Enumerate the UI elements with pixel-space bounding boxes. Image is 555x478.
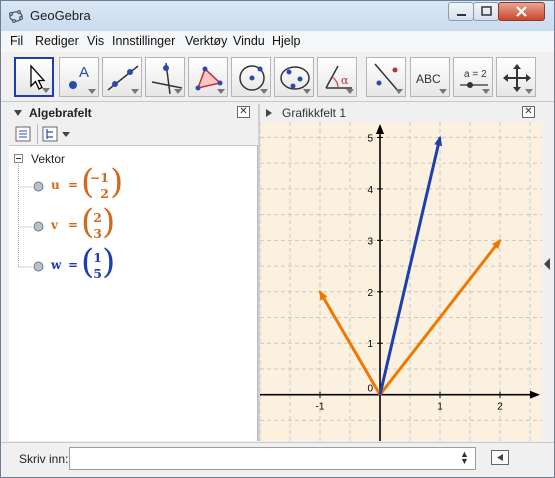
- menu-hjelp[interactable]: Hjelp: [272, 34, 301, 48]
- vector-plot[interactable]: -1 1 2 1 2 3 4 5 0: [259, 122, 542, 441]
- vector-y: 2: [100, 186, 109, 201]
- input-field[interactable]: [69, 447, 476, 470]
- close-icon: [516, 6, 527, 17]
- side-panel-strip: [542, 104, 554, 441]
- perpendicular-tool-button[interactable]: [145, 57, 185, 97]
- input-label: Skriv inn:: [19, 452, 69, 466]
- algebra-view-title: Algebrafelt: [29, 106, 92, 120]
- sort-dropdown-icon[interactable]: [62, 132, 70, 138]
- menu-innstillinger[interactable]: Innstillinger: [112, 34, 175, 48]
- visibility-toggle-icon[interactable]: [33, 261, 44, 272]
- graphics-canvas[interactable]: -1 1 2 1 2 3 4 5 0: [259, 122, 542, 441]
- svg-text:A: A: [79, 64, 89, 81]
- menu-fil[interactable]: Fil: [10, 34, 23, 48]
- side-panel-toggle-icon[interactable]: [544, 258, 551, 270]
- conic-tool-button[interactable]: [274, 57, 314, 97]
- sort-objects-icon[interactable]: [42, 126, 58, 142]
- text-tool-button[interactable]: ABC: [410, 57, 450, 97]
- object-name: v: [51, 218, 58, 232]
- auxiliary-objects-icon[interactable]: [15, 126, 31, 142]
- line-tool-button[interactable]: [102, 57, 142, 97]
- move-view-tool-button[interactable]: [496, 57, 536, 97]
- vector-x: 2: [93, 210, 102, 225]
- vector-y: 5: [93, 266, 102, 281]
- visibility-toggle-icon[interactable]: [33, 221, 44, 232]
- graphics-view-title: Grafikkfelt 1: [282, 106, 347, 120]
- move-tool-button[interactable]: [14, 57, 54, 97]
- input-bar: Skriv inn: ▲ ▼: [1, 442, 554, 477]
- input-help-button[interactable]: [491, 450, 509, 465]
- y-tick-label: 4: [367, 185, 373, 196]
- y-tick-label: 2: [367, 288, 373, 299]
- menu-rediger[interactable]: Rediger: [35, 34, 79, 48]
- algebra-item-v[interactable]: v = ( 2 3 ): [9, 205, 258, 247]
- svg-text:ABC: ABC: [416, 72, 441, 86]
- slider-tool-button[interactable]: a = 2: [453, 57, 493, 97]
- y-tick-label: 5: [367, 133, 373, 144]
- menu-vis[interactable]: Vis: [87, 34, 104, 48]
- x-tick-label: 1: [437, 402, 443, 413]
- geogebra-logo-icon: [9, 10, 23, 23]
- maximize-button[interactable]: [473, 2, 499, 21]
- help-arrow-icon: [497, 454, 503, 461]
- object-name: u: [51, 178, 60, 192]
- angle-tool-button[interactable]: α: [317, 57, 357, 97]
- vector-x: 1: [93, 250, 102, 265]
- vector-y: 3: [93, 226, 102, 241]
- point-tool-button[interactable]: A: [59, 57, 99, 97]
- algebra-item-w[interactable]: w = ( 1 5 ): [9, 245, 258, 287]
- x-tick-label: 2: [497, 402, 503, 413]
- app-window: GeoGebra Fil Rediger Vis Innstillinger V…: [0, 0, 555, 478]
- minimize-icon: [457, 14, 466, 16]
- graphics-view-header: Grafikkfelt 1 ✕: [260, 104, 542, 122]
- y-tick-label: 1: [367, 339, 373, 350]
- polygon-tool-button[interactable]: [188, 57, 228, 97]
- svg-text:a = 2: a = 2: [464, 69, 487, 80]
- visibility-toggle-icon[interactable]: [33, 181, 44, 192]
- collapse-triangle-icon[interactable]: [14, 109, 22, 117]
- reflect-tool-button[interactable]: [366, 57, 406, 97]
- folder-collapse-icon[interactable]: [14, 154, 23, 163]
- origin-label: 0: [367, 384, 373, 395]
- algebra-view-header: Algebrafelt ✕: [9, 104, 258, 122]
- input-history-spinner-icon[interactable]: ▲ ▼: [460, 450, 469, 466]
- tool-bar: A α ABC a = 2: [1, 52, 554, 102]
- expand-triangle-icon[interactable]: [266, 109, 272, 117]
- menu-verktoy[interactable]: Verktøy: [185, 34, 227, 48]
- algebra-list: Vektor u = ( −1 2 ) v = ( 2 3 ) w = (1 …: [9, 146, 258, 441]
- menu-vindu[interactable]: Vindu: [233, 34, 265, 48]
- x-tick-label: -1: [316, 402, 325, 413]
- graphics-close-button[interactable]: ✕: [522, 106, 535, 118]
- maximize-icon: [481, 6, 492, 16]
- window-title: GeoGebra: [30, 8, 91, 23]
- algebra-item-u[interactable]: u = ( −1 2 ): [9, 165, 258, 207]
- circle-tool-button[interactable]: [231, 57, 271, 97]
- close-button[interactable]: [498, 2, 545, 21]
- vector-x: −1: [89, 170, 109, 185]
- algebra-close-button[interactable]: ✕: [237, 106, 250, 118]
- object-name: w: [51, 258, 62, 272]
- y-tick-label: 3: [367, 236, 373, 247]
- menu-bar: Fil Rediger Vis Innstillinger Verktøy Vi…: [1, 31, 554, 52]
- minimize-button[interactable]: [448, 2, 474, 21]
- title-bar: GeoGebra: [1, 1, 554, 31]
- svg-text:α: α: [341, 74, 349, 87]
- algebra-view-toolbar: [9, 122, 258, 146]
